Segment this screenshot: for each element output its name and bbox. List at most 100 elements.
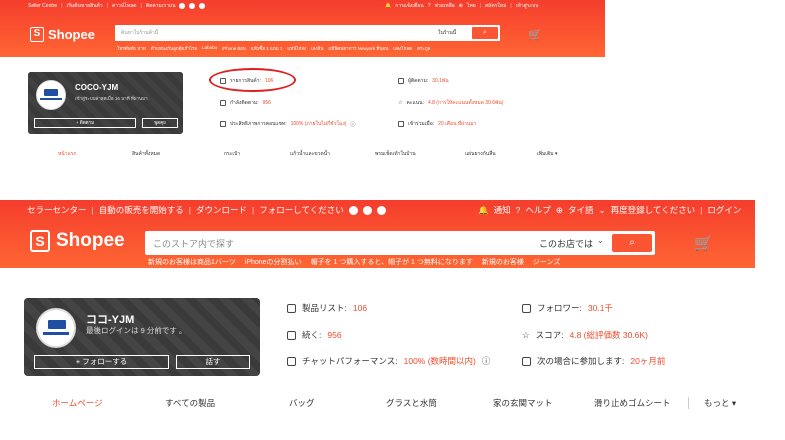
suggestion-link[interactable]: เลงจีน	[311, 45, 323, 52]
nav-start-selling[interactable]: เริ่มต้นขายสินค้า	[67, 2, 103, 10]
tab-all-products[interactable]: สินค้าทั้งหมด	[132, 150, 160, 158]
tab-rubber-sheets[interactable]: 滑り止めゴムシート	[594, 397, 671, 409]
suggestion-link[interactable]: Labubu	[202, 45, 217, 52]
nav-follow-us: フォローしてください	[259, 205, 344, 215]
stat-followers: フォロワー: 30.1千	[522, 302, 613, 314]
tab-bottles[interactable]: グラスと水筒	[386, 397, 437, 409]
bell-icon: 🔔	[478, 204, 489, 215]
suggestion-link[interactable]: ตระกูล	[417, 45, 430, 52]
tab-all-products[interactable]: すべての製品	[165, 397, 215, 409]
suggestion-link[interactable]: 新規のお客様	[482, 257, 524, 267]
stat-rating: ☆ スコア: 4.8 (総評価数 30.6K)	[522, 329, 648, 341]
tab-bottles[interactable]: แก้วน้ำและขวดน้ำ	[290, 150, 330, 158]
cart-icon[interactable]: 🛒	[694, 236, 713, 252]
nav-signup[interactable]: สมัครใหม่	[485, 2, 506, 10]
japanese-shop-screenshot: セラーセンター | 自動の販売を開始する | ダウンロード | フォローしてください …	[0, 200, 785, 440]
suggestion-link[interactable]: iPhoneの分割払い	[245, 257, 302, 267]
shop-card: COCO-YJM เข้าสู่ระบบล่าสุดเมื่อ 16 นาที …	[28, 72, 183, 134]
nav-notifications[interactable]: การแจ้งเตือน	[395, 2, 424, 10]
shopee-bag-icon: S	[30, 230, 50, 252]
shopee-logo[interactable]: S Shopee	[30, 27, 95, 42]
follow-button[interactable]: + ติดตาม	[34, 118, 136, 128]
nav-seller-centre[interactable]: セラーセンター	[27, 204, 87, 216]
instagram-icon[interactable]	[362, 205, 372, 215]
search-button[interactable]: ⌕	[472, 27, 498, 39]
search-button[interactable]: ⌕	[612, 234, 652, 252]
logo-text: Shopee	[48, 27, 95, 42]
shop-name: COCO-YJM	[75, 83, 119, 92]
nav-login[interactable]: เข้าสู่ระบบ	[516, 2, 539, 10]
nav-help[interactable]: ช่วยเหลือ	[435, 2, 455, 10]
last-online: เข้าสู่ระบบล่าสุดเมื่อ 16 นาที ที่ผ่านมา	[75, 96, 148, 101]
tab-doormats[interactable]: 家の玄関マット	[493, 397, 553, 409]
suggestion-link[interactable]: ジーンズ	[533, 257, 561, 267]
stat-products: 製品リスト: 106	[287, 302, 367, 314]
suggestion-link[interactable]: iPhone ผ่อน	[222, 45, 246, 52]
search-input[interactable]: ค้นหาในร้านค้านี้	[121, 29, 158, 37]
search-input[interactable]: このストア内で探す	[153, 237, 234, 250]
header: セラーセンター | 自動の販売を開始する | ダウンロード | フォローしてください …	[0, 200, 755, 268]
search-bar[interactable]: このストア内で探す このお店では ⌄ ⌕	[145, 231, 655, 255]
help-icon: ?	[515, 205, 521, 215]
tab-more[interactable]: もっと ▾	[704, 397, 736, 409]
tab-doormats[interactable]: พรมเช็ดเท้าในบ้าน	[375, 150, 416, 158]
suggestion-link[interactable]: โทรศัพท์1 บาท	[117, 45, 146, 52]
search-bar[interactable]: ค้นหาในร้านค้านี้ ในร้านนี้ ⌕	[115, 25, 500, 41]
chat-button[interactable]: 話す	[176, 355, 250, 369]
chat-button[interactable]: พูดคุย	[142, 118, 178, 128]
shopee-logo[interactable]: S Shopee	[30, 230, 125, 252]
facebook-icon[interactable]	[348, 205, 358, 215]
nav-signup[interactable]: 再度登録してください	[611, 204, 696, 216]
search-suggestions: โทรศัพท์1 บาท ตำแหน่งกันลูกตุ้มกำไรล Lab…	[117, 45, 430, 52]
tab-more[interactable]: เพิ่มเติม ▾	[537, 150, 557, 158]
logo-text: Shopee	[56, 230, 125, 251]
chat-icon	[287, 356, 296, 366]
followers-icon	[522, 303, 531, 313]
info-icon[interactable]: ⓘ	[482, 355, 491, 367]
suggestion-link[interactable]: 帽子を 1 つ購入すると、帽子が 1 つ無料になります	[311, 257, 473, 267]
nav-language[interactable]: タイ語	[568, 204, 594, 216]
stat-chat-performance: チャットパフォーマンス: 100% (数時間以内) ⓘ	[287, 355, 490, 367]
suggestion-link[interactable]: แท่น์ไก่จ่ง	[287, 45, 306, 52]
shop-avatar[interactable]	[36, 80, 66, 110]
nav-download[interactable]: ダウンロード	[196, 204, 247, 216]
suggestion-link[interactable]: แท้1ซื้อ 1 แถม 1	[251, 45, 282, 52]
chat-icon	[220, 121, 226, 127]
search-scope-dropdown[interactable]: このお店では	[539, 237, 593, 250]
cart-icon[interactable]: 🛒	[528, 29, 542, 41]
nav-language[interactable]: ไทย	[467, 2, 476, 10]
instagram-icon[interactable]	[189, 3, 196, 9]
facebook-icon[interactable]	[179, 3, 186, 9]
tab-home[interactable]: หน้าแรก	[58, 150, 76, 158]
tab-rubber-sheets[interactable]: แผ่นยางกันลื่น	[465, 150, 496, 158]
nav-notifications[interactable]: 通知	[494, 204, 511, 216]
search-scope-dropdown[interactable]: ในร้านนี้	[438, 29, 456, 37]
info-icon[interactable]: ⓘ	[350, 121, 355, 128]
top-nav-left: セラーセンター | 自動の販売を開始する | ダウンロード | フォローしてください	[27, 204, 386, 216]
suggestion-link[interactable]: แท้นิคมตาการ Newyork ที่นอน	[328, 45, 388, 52]
nav-download[interactable]: ดาวน์โหลด	[112, 2, 137, 10]
suggestion-link[interactable]: ตำแหน่งกันลูกตุ้มกำไรล	[151, 45, 197, 52]
suggestion-link[interactable]: 新規のお客様は商品1バーツ	[148, 257, 236, 267]
tab-bags[interactable]: กระเป๋า	[224, 150, 240, 158]
tab-home[interactable]: ホームページ	[52, 397, 103, 409]
suggestion-link[interactable]: แดงโกลด	[393, 45, 412, 52]
search-suggestions: 新規のお客様は商品1バーツ iPhoneの分割払い 帽子を 1 つ購入すると、帽…	[148, 257, 560, 267]
shop-avatar[interactable]	[36, 308, 76, 348]
tab-bags[interactable]: バッグ	[289, 397, 315, 409]
line-icon[interactable]	[376, 205, 386, 215]
search-icon: ⌕	[483, 29, 487, 36]
line-icon[interactable]	[199, 3, 206, 9]
nav-help[interactable]: ヘルプ	[525, 204, 551, 216]
nav-seller-centre[interactable]: Seller Centre	[28, 3, 57, 9]
help-icon: ?	[427, 3, 431, 9]
nav-start-selling[interactable]: 自動の販売を開始する	[99, 204, 184, 216]
followers-icon	[398, 78, 404, 84]
chevron-down-icon: ⌄	[598, 204, 606, 215]
top-nav-left: Seller Centre | เริ่มต้นขายสินค้า | ดาวน์โ…	[28, 2, 206, 10]
chevron-down-icon[interactable]: ⌄	[597, 236, 604, 245]
shop-card: ココ-YJM 最後ログインは 9 分前です 。 + フォローする 話す	[24, 298, 260, 376]
star-icon: ☆	[522, 329, 530, 340]
nav-login[interactable]: ログイン	[707, 204, 741, 216]
follow-button[interactable]: + フォローする	[34, 355, 169, 369]
